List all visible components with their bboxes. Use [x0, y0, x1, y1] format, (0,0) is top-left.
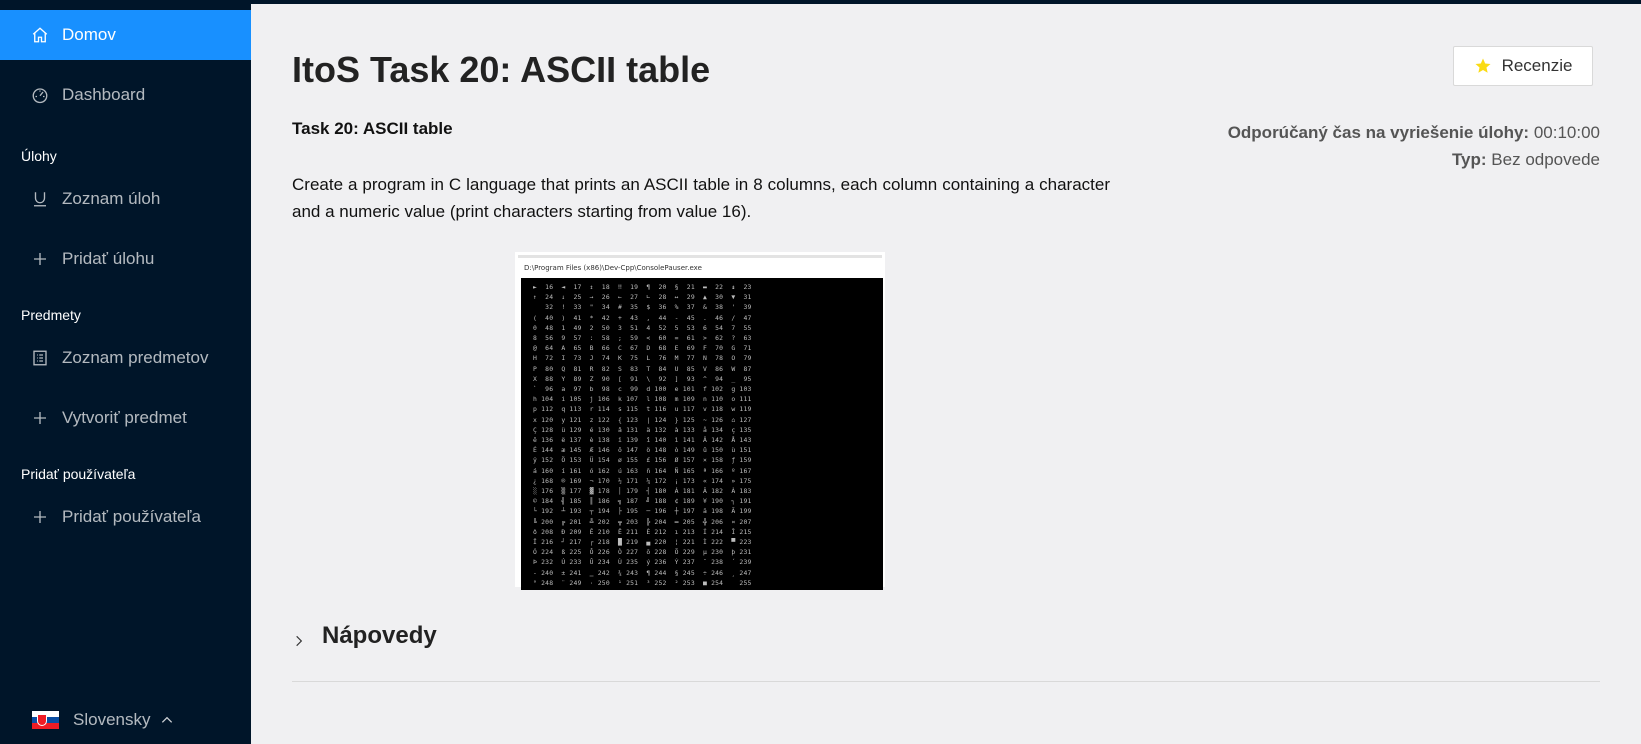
chevron-up-icon [162, 716, 173, 723]
sidebar: Domov Dashboard Úlohy Zoznam úloh Pridať… [0, 4, 251, 744]
console-title: D:\Program Files (x86)\Dev-Cpp\ConsolePa… [524, 264, 702, 272]
sidebar-group-title: Úlohy [21, 148, 57, 164]
sidebar-item-pridat-ulohu[interactable]: Pridať úlohu [0, 234, 251, 284]
sidebar-item-label: Vytvoriť predmet [62, 408, 187, 427]
console-screenshot: D:\Program Files (x86)\Dev-Cpp\ConsolePa… [515, 252, 885, 590]
main-content: ItoS Task 20: ASCII table Recenzie Task … [251, 4, 1641, 744]
console-output: ► 16 ◄ 17 ↕ 18 ‼ 19 ¶ 20 § 21 ▬ 22 ↨ 23 … [533, 283, 752, 587]
sidebar-item-vytvorit-predmet[interactable]: Vytvoriť predmet [0, 393, 251, 443]
task-description: Create a program in C language that prin… [292, 175, 1110, 221]
sidebar-item-label: Pridať používateľa [62, 507, 201, 526]
list-icon [30, 189, 50, 209]
plus-icon [30, 408, 50, 428]
type-label: Typ: [1451, 150, 1487, 169]
plus-icon [30, 507, 50, 527]
page-title: ItoS Task 20: ASCII table [292, 49, 711, 90]
sidebar-group-title: Pridať používateľa [21, 466, 136, 482]
language-label: Slovensky [73, 710, 151, 729]
dashboard-icon [30, 85, 50, 105]
recommended-time-value: 00:10:00 [1533, 123, 1600, 142]
sidebar-item-label: Dashboard [62, 85, 146, 104]
hints-collapse[interactable]: Nápovedy [292, 622, 437, 650]
sidebar-item-zoznam-uloh[interactable]: Zoznam úloh [0, 174, 251, 224]
recommended-time-label: Odporúčaný čas na vyriešenie úlohy: [1227, 123, 1530, 142]
type-value: Bez odpovede [1491, 150, 1600, 169]
sidebar-item-label: Zoznam úloh [62, 189, 161, 208]
divider [292, 681, 1600, 682]
sidebar-item-label: Pridať úlohu [62, 249, 155, 268]
star-icon [1475, 58, 1491, 73]
console-window: D:\Program Files (x86)\Dev-Cpp\ConsolePa… [518, 255, 883, 590]
list-icon [30, 348, 50, 368]
task-subtitle: Task 20: ASCII table [292, 119, 453, 138]
sidebar-item-dashboard[interactable]: Dashboard [0, 70, 251, 120]
sidebar-item-label: Domov [62, 25, 116, 44]
reviews-button[interactable]: Recenzie [1453, 46, 1593, 86]
sidebar-item-zoznam-predmetov[interactable]: Zoznam predmetov [0, 333, 251, 383]
hints-title: Nápovedy [322, 622, 437, 649]
console-output-area: ► 16 ◄ 17 ↕ 18 ‼ 19 ¶ 20 § 21 ▬ 22 ↨ 23 … [521, 278, 883, 590]
chevron-right-icon [296, 635, 303, 647]
task-meta: Odporúčaný čas na vyriešenie úlohy: 00:1… [1228, 119, 1600, 173]
sidebar-item-domov[interactable]: Domov [0, 10, 251, 60]
reviews-button-label: Recenzie [1501, 56, 1573, 75]
plus-icon [30, 249, 50, 269]
sidebar-group-title: Predmety [21, 307, 81, 323]
home-icon [30, 25, 50, 45]
slovak-flag-icon [32, 710, 59, 730]
sidebar-item-pridat-pouzivatela[interactable]: Pridať používateľa [0, 492, 251, 542]
sidebar-item-label: Zoznam predmetov [62, 348, 209, 367]
language-switcher[interactable]: Slovensky [32, 710, 174, 730]
